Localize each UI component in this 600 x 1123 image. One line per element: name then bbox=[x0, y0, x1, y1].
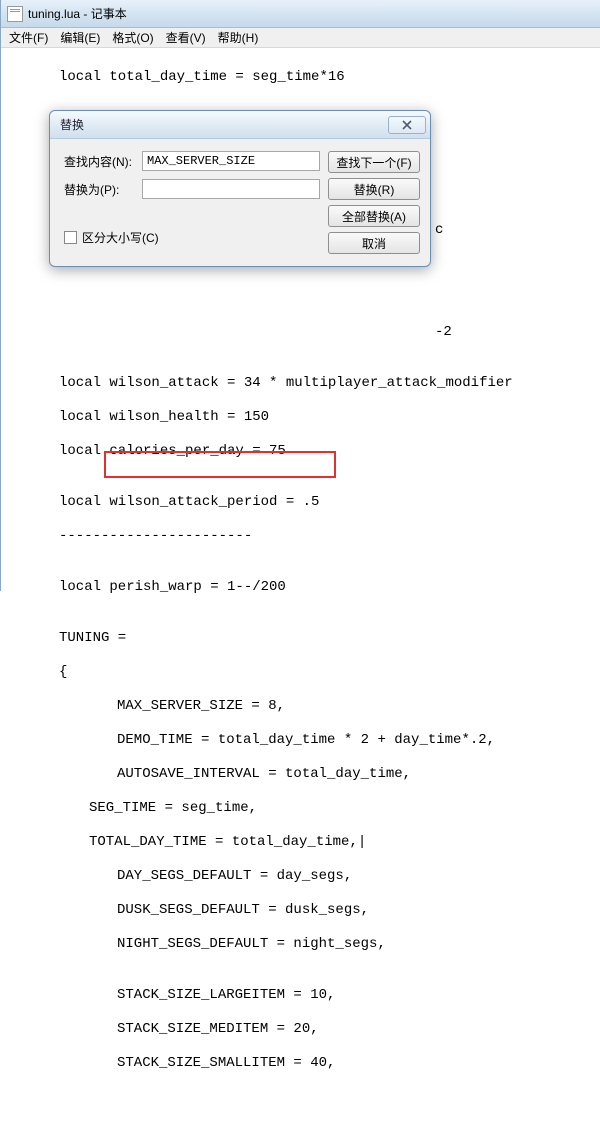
dialog-title: 替换 bbox=[60, 116, 84, 133]
code-line: ----------------------- bbox=[1, 528, 600, 545]
menu-help[interactable]: 帮助(H) bbox=[212, 27, 265, 48]
code-line: local total_day_time = seg_time*16 bbox=[1, 69, 600, 86]
replace-input[interactable] bbox=[142, 179, 320, 199]
replace-field-row: 替换为(P): bbox=[64, 179, 320, 199]
code-line-highlighted: MAX_SERVER_SIZE = 8, bbox=[1, 698, 600, 715]
replace-button[interactable]: 替换(R) bbox=[328, 178, 420, 200]
window-title: tuning.lua - 记事本 bbox=[28, 5, 127, 22]
close-button[interactable] bbox=[388, 116, 426, 134]
code-line: -2 bbox=[1, 324, 600, 341]
code-line: STACK_SIZE_MEDITEM = 20, bbox=[1, 1021, 600, 1038]
replace-all-button[interactable]: 全部替换(A) bbox=[328, 205, 420, 227]
match-case-row: 区分大小写(C) bbox=[64, 229, 320, 246]
code-line: SEG_TIME = seg_time, bbox=[1, 800, 600, 817]
code-line: { bbox=[1, 664, 600, 681]
find-field-row: 查找内容(N): bbox=[64, 151, 320, 171]
notepad-icon bbox=[7, 6, 23, 22]
code-line: DAY_SEGS_DEFAULT = day_segs, bbox=[1, 868, 600, 885]
cancel-button[interactable]: 取消 bbox=[328, 232, 420, 254]
code-line: STACK_SIZE_LARGEITEM = 10, bbox=[1, 987, 600, 1004]
code-line: local perish_warp = 1--/200 bbox=[1, 579, 600, 596]
code-line: TUNING = bbox=[1, 630, 600, 647]
menu-file[interactable]: 文件(F) bbox=[3, 27, 54, 48]
main-titlebar: tuning.lua - 记事本 bbox=[1, 0, 600, 28]
code-line: AUTOSAVE_INTERVAL = total_day_time, bbox=[1, 766, 600, 783]
menu-format[interactable]: 格式(O) bbox=[106, 27, 159, 48]
code-line: local wilson_health = 150 bbox=[1, 409, 600, 426]
code-line: DUSK_SEGS_DEFAULT = dusk_segs, bbox=[1, 902, 600, 919]
menu-view[interactable]: 查看(V) bbox=[160, 27, 212, 48]
code-line: NIGHT_SEGS_DEFAULT = night_segs, bbox=[1, 936, 600, 953]
dialog-fields: 查找内容(N): 替换为(P): 区分大小写(C) bbox=[64, 151, 320, 254]
dialog-buttons: 查找下一个(F) 替换(R) 全部替换(A) 取消 bbox=[328, 151, 420, 254]
dialog-body: 查找内容(N): 替换为(P): 区分大小写(C) 查找下一个(F) 替换(R)… bbox=[50, 139, 430, 266]
code-line: TOTAL_DAY_TIME = total_day_time,| bbox=[1, 834, 600, 851]
code-line: STACK_SIZE_SMALLITEM = 40, bbox=[1, 1055, 600, 1072]
code-line: local calories_per_day = 75 bbox=[1, 443, 600, 460]
replace-dialog: 替换 查找内容(N): 替换为(P): 区分大小写(C) 查找下一个(F) 替换… bbox=[49, 110, 431, 267]
find-label: 查找内容(N): bbox=[64, 153, 138, 170]
code-line: DEMO_TIME = total_day_time * 2 + day_tim… bbox=[1, 732, 600, 749]
replace-label: 替换为(P): bbox=[64, 181, 138, 198]
find-next-button[interactable]: 查找下一个(F) bbox=[328, 151, 420, 173]
menubar: 文件(F) 编辑(E) 格式(O) 查看(V) 帮助(H) bbox=[1, 28, 600, 48]
match-case-label: 区分大小写(C) bbox=[82, 229, 159, 246]
close-icon bbox=[402, 120, 412, 130]
code-line: local wilson_attack_period = .5 bbox=[1, 494, 600, 511]
menu-edit[interactable]: 编辑(E) bbox=[54, 27, 106, 48]
match-case-checkbox[interactable] bbox=[64, 231, 77, 244]
dialog-titlebar[interactable]: 替换 bbox=[50, 111, 430, 139]
code-line: local wilson_attack = 34 * multiplayer_a… bbox=[1, 375, 600, 392]
find-input[interactable] bbox=[142, 151, 320, 171]
